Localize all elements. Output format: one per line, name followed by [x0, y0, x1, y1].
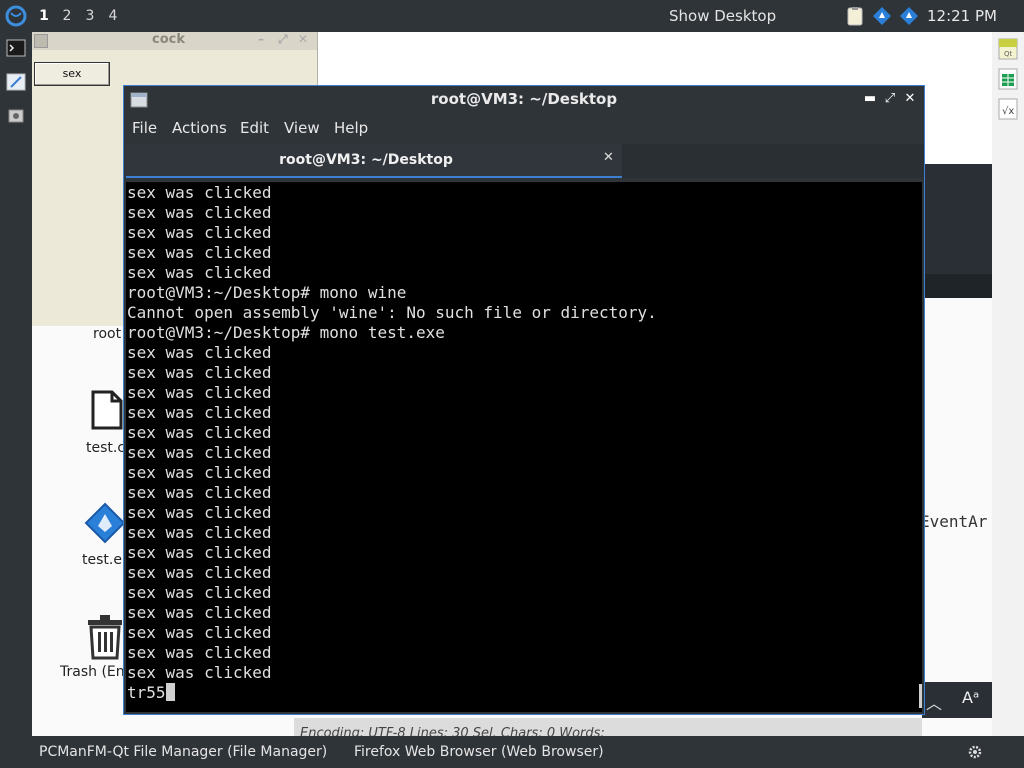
- formula-icon[interactable]: √x: [998, 98, 1018, 120]
- spreadsheet-icon[interactable]: [998, 68, 1018, 90]
- tab-close-icon[interactable]: ✕: [603, 150, 614, 165]
- clipboard-icon[interactable]: [845, 6, 865, 26]
- close-icon[interactable]: ✕: [298, 32, 308, 46]
- app-menu-icon: [5, 5, 27, 27]
- desktop-icon-label: test.c: [86, 440, 126, 456]
- terminal-titlebar[interactable]: root@VM3: ~/Desktop ▬ ⤢ ✕: [124, 86, 924, 114]
- terminal-line: sex was clicked: [127, 263, 272, 282]
- desktop-icon-label: test.e: [82, 552, 122, 568]
- desktop-icon-label: root: [93, 326, 122, 342]
- terminal-line: root@VM3:~/Desktop# mono test.exe: [127, 323, 445, 342]
- menu-file[interactable]: File: [132, 119, 157, 137]
- terminal-line: sex was clicked: [127, 583, 272, 602]
- terminal-menubar: File Actions Edit View Help: [124, 114, 924, 142]
- terminal-line: sex was clicked: [127, 503, 272, 522]
- menu-actions[interactable]: Actions: [172, 119, 227, 137]
- terminal-line: sex was clicked: [127, 403, 272, 422]
- screenshot-icon[interactable]: [6, 106, 26, 126]
- top-panel: 1 2 3 4 Show Desktop 12:21 PM: [0, 0, 1024, 32]
- bottom-taskbar: PCManFM-Qt File Manager (File Manager) F…: [0, 736, 1024, 768]
- sex-button[interactable]: sex: [34, 62, 110, 86]
- terminal-line: sex was clicked: [127, 343, 272, 362]
- chevron-up-icon[interactable]: ︿: [926, 690, 942, 714]
- taskbar-item-firefox[interactable]: Firefox Web Browser (Web Browser): [354, 744, 604, 760]
- cock-window-title: cock: [152, 32, 185, 47]
- start-menu-button[interactable]: [4, 4, 28, 28]
- terminal-line: sex was clicked: [127, 483, 272, 502]
- trash-icon[interactable]: [86, 614, 124, 660]
- desktop-icon-label: Trash (En: [60, 664, 125, 680]
- editor-statusbar: Encoding: UTF-8 Lines: 30 Sel. Chars: 0 …: [294, 718, 922, 736]
- svg-text:√x: √x: [1002, 106, 1014, 117]
- editor-window-panel-dark: [922, 274, 992, 298]
- terminal-icon[interactable]: [6, 38, 26, 58]
- text-editor-icon[interactable]: [6, 72, 26, 92]
- terminal-line: sex was clicked: [127, 523, 272, 542]
- editor-bottom-toolbar: ︿ Aᵃ: [922, 682, 992, 718]
- terminal-window: root@VM3: ~/Desktop ▬ ⤢ ✕ File Actions E…: [123, 85, 925, 715]
- close-icon[interactable]: ✕: [902, 91, 918, 107]
- right-launcher-panel: Qt √x: [992, 32, 1024, 736]
- terminal-line: sex was clicked: [127, 543, 272, 562]
- terminal-line: sex was clicked: [127, 183, 272, 202]
- terminal-line: sex was clicked: [127, 243, 272, 262]
- terminal-cursor: [165, 683, 175, 701]
- terminal-scrollbar[interactable]: [919, 684, 922, 708]
- workspace-3[interactable]: 3: [81, 7, 99, 25]
- terminal-line: sex was clicked: [127, 603, 272, 622]
- terminal-line: sex was clicked: [127, 563, 272, 582]
- workspace-4[interactable]: 4: [104, 7, 122, 25]
- terminal-line: sex was clicked: [127, 363, 272, 382]
- maximize-icon[interactable]: ⤢: [278, 32, 288, 47]
- terminal-line: sex was clicked: [127, 203, 272, 222]
- mono-exe-icon[interactable]: [84, 502, 126, 544]
- terminal-line: sex was clicked: [127, 223, 272, 242]
- terminal-input-line[interactable]: tr55: [127, 683, 657, 703]
- terminal-line: sex was clicked: [127, 643, 272, 662]
- menu-view[interactable]: View: [284, 119, 320, 137]
- menu-help[interactable]: Help: [334, 119, 368, 137]
- update-notifier-icon[interactable]: [872, 6, 892, 26]
- terminal-line: sex was clicked: [127, 383, 272, 402]
- terminal-line: sex was clicked: [127, 423, 272, 442]
- terminal-line: root@VM3:~/Desktop# mono wine: [127, 283, 407, 302]
- minimize-icon[interactable]: –: [258, 32, 264, 46]
- terminal-tab-label: root@VM3: ~/Desktop: [279, 152, 453, 168]
- terminal-title: root@VM3: ~/Desktop: [430, 90, 618, 108]
- clock[interactable]: 12:21 PM: [927, 7, 997, 25]
- cock-window-titlebar: cock – ⤢ ✕: [32, 32, 317, 50]
- terminal-tab[interactable]: root@VM3: ~/Desktop ✕: [126, 144, 622, 178]
- workspace-1[interactable]: 1: [35, 7, 53, 25]
- left-launcher-panel: [0, 32, 32, 736]
- file-icon[interactable]: [90, 390, 124, 430]
- minimize-icon[interactable]: ▬: [862, 91, 878, 107]
- terminal-line: sex was clicked: [127, 463, 272, 482]
- terminal-lines: sex was clicked sex was clicked sex was cl…: [127, 183, 657, 703]
- terminal-line: sex was clicked: [127, 663, 272, 682]
- terminal-line: sex was clicked: [127, 623, 272, 642]
- terminal-current-input: tr55: [127, 683, 166, 702]
- svg-text:Qt: Qt: [1004, 50, 1013, 58]
- taskbar-item-file-manager[interactable]: PCManFM-Qt File Manager (File Manager): [39, 744, 327, 760]
- qt-creator-icon[interactable]: Qt: [998, 38, 1018, 60]
- menu-edit[interactable]: Edit: [240, 119, 269, 137]
- terminal-output[interactable]: sex was clicked sex was clicked sex was cl…: [126, 182, 922, 712]
- settings-gear-icon[interactable]: [966, 743, 984, 761]
- terminal-line: sex was clicked: [127, 443, 272, 462]
- editor-status-text: Encoding: UTF-8 Lines: 30 Sel. Chars: 0 …: [300, 726, 605, 736]
- maximize-icon[interactable]: ⤢: [882, 91, 898, 107]
- window-menu-icon[interactable]: [34, 34, 48, 48]
- font-settings-icon[interactable]: Aᵃ: [962, 688, 979, 707]
- terminal-tabbar: root@VM3: ~/Desktop ✕: [126, 144, 924, 178]
- network-icon[interactable]: [899, 6, 919, 26]
- workspace-2[interactable]: 2: [58, 7, 76, 25]
- show-desktop-button[interactable]: Show Desktop: [669, 7, 776, 25]
- terminal-line: Cannot open assembly 'wine': No such fil…: [127, 303, 657, 322]
- editor-visible-text: EventAr: [920, 512, 988, 531]
